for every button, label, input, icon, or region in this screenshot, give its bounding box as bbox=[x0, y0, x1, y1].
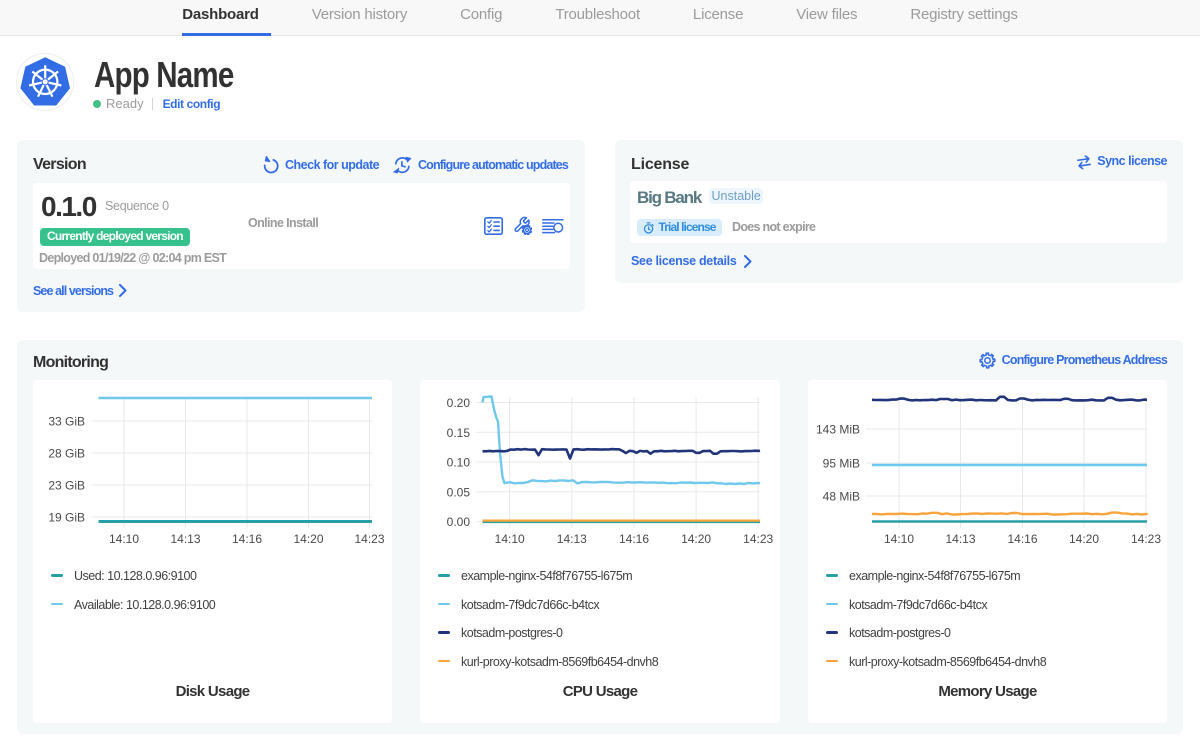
svg-text:14:10: 14:10 bbox=[109, 532, 139, 546]
svg-text:14:23: 14:23 bbox=[743, 532, 773, 546]
svg-text:33 GiB: 33 GiB bbox=[48, 415, 85, 429]
svg-text:0.15: 0.15 bbox=[447, 426, 471, 440]
svg-text:0.10: 0.10 bbox=[447, 456, 471, 470]
svg-text:19 GiB: 19 GiB bbox=[48, 511, 85, 525]
svg-text:14:20: 14:20 bbox=[293, 532, 323, 546]
svg-text:14:13: 14:13 bbox=[170, 532, 200, 546]
svg-text:14:13: 14:13 bbox=[557, 532, 587, 546]
svg-text:0.05: 0.05 bbox=[447, 485, 471, 499]
svg-text:28 GiB: 28 GiB bbox=[48, 447, 85, 461]
svg-text:23 GiB: 23 GiB bbox=[48, 479, 85, 493]
svg-text:14:20: 14:20 bbox=[1069, 532, 1099, 546]
svg-text:95 MiB: 95 MiB bbox=[823, 457, 860, 471]
svg-text:14:23: 14:23 bbox=[354, 532, 384, 546]
svg-text:14:23: 14:23 bbox=[1131, 532, 1161, 546]
svg-text:14:20: 14:20 bbox=[681, 532, 711, 546]
svg-text:14:16: 14:16 bbox=[232, 532, 262, 546]
svg-text:14:10: 14:10 bbox=[495, 532, 525, 546]
svg-text:48 MiB: 48 MiB bbox=[823, 490, 860, 504]
svg-text:0.20: 0.20 bbox=[447, 396, 471, 410]
svg-text:14:16: 14:16 bbox=[1007, 532, 1037, 546]
svg-text:0.00: 0.00 bbox=[447, 515, 471, 529]
svg-text:14:16: 14:16 bbox=[619, 532, 649, 546]
svg-text:14:13: 14:13 bbox=[945, 532, 975, 546]
svg-text:14:10: 14:10 bbox=[884, 532, 914, 546]
svg-text:143 MiB: 143 MiB bbox=[816, 423, 860, 437]
